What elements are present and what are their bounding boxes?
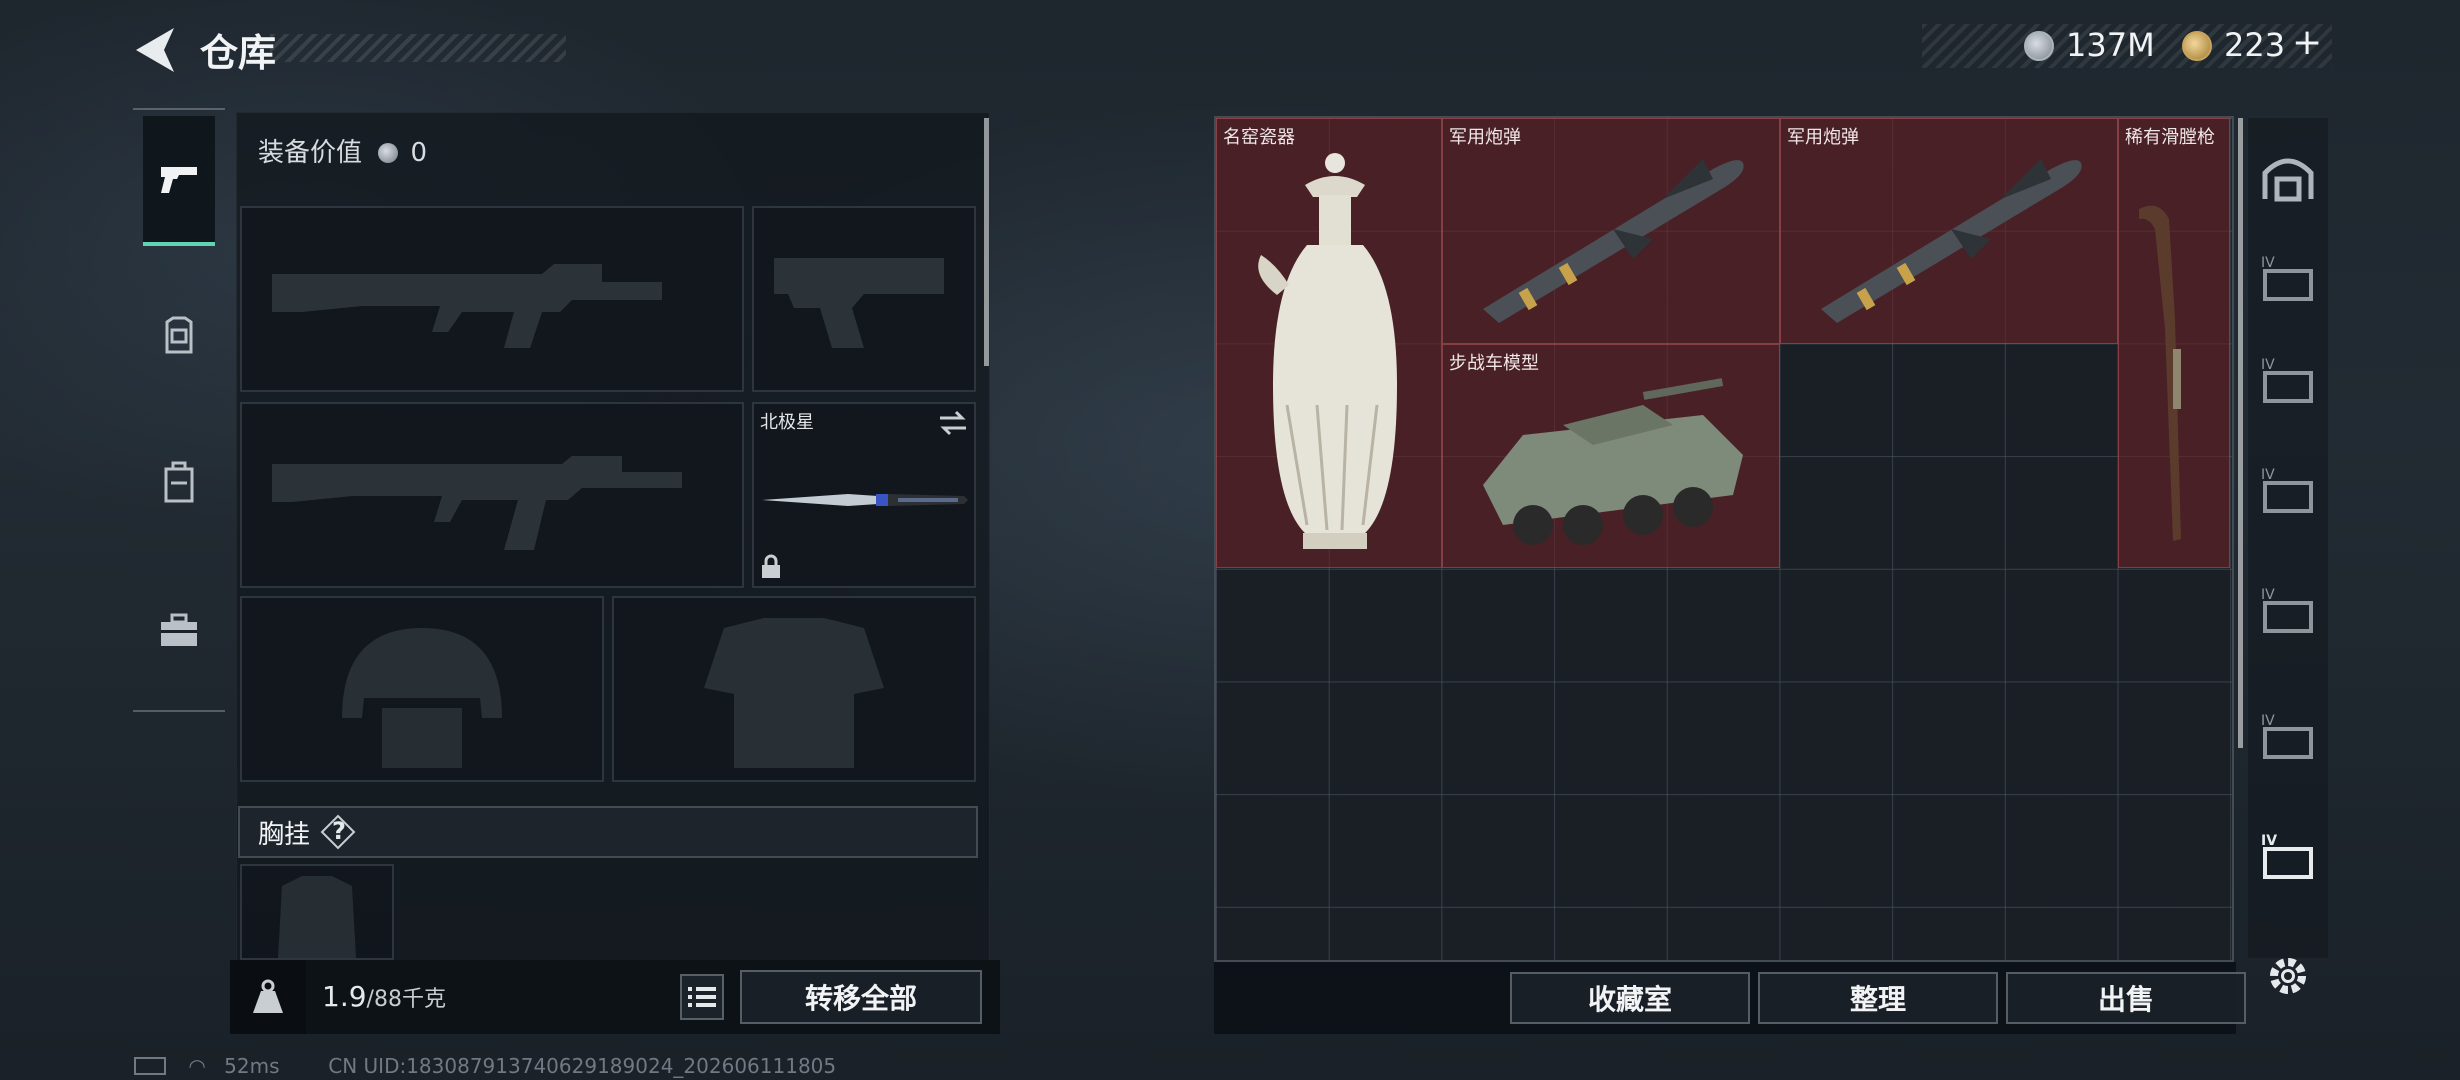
status-line: ◠ 52ms CN UID:183087913740629189024_2026… [134, 1054, 836, 1078]
chest-rig-label: 胸挂 [258, 820, 311, 850]
item-name: 稀有滑膛枪 [2125, 127, 2215, 148]
musket-icon [2139, 205, 2181, 541]
primary-weapon-slot[interactable] [240, 206, 744, 392]
settings-gear-icon[interactable] [2262, 950, 2314, 1002]
gold-amount: 223 [2224, 26, 2286, 64]
container-icon: IV [2261, 357, 2313, 403]
filter-container-1[interactable]: IV [2254, 228, 2322, 328]
missile-icon [1821, 159, 2082, 323]
toolbox-icon [161, 613, 197, 646]
melee-slot[interactable]: 北极星 [752, 402, 976, 588]
pistol-slot[interactable] [752, 206, 976, 392]
storage-grid[interactable]: 名窑瓷器 军用炮弹 军用炮弹 稀有滑膛枪 步战车模型 [1214, 116, 2234, 962]
container-icon: IV [2261, 713, 2313, 759]
container-icon: IV [2261, 833, 2313, 879]
help-mark: ? [332, 817, 346, 845]
gold-add-button[interactable]: + [2292, 22, 2322, 63]
swap-icon[interactable] [938, 410, 968, 436]
silver-coin-icon [2024, 31, 2054, 61]
filter-container-5[interactable]: IV [2254, 686, 2322, 786]
helmet-silhouette-icon [342, 628, 502, 768]
weight-max: /88千克 [366, 987, 446, 1012]
svg-text:IV: IV [2261, 357, 2275, 373]
ping: 52ms [224, 1054, 280, 1078]
gold-coin-icon [2182, 31, 2212, 61]
storage-scrollbar[interactable] [2238, 118, 2243, 748]
collection-room-button[interactable]: 收藏室 [1510, 972, 1750, 1024]
back-arrow-icon[interactable] [130, 22, 180, 78]
filter-container-2[interactable]: IV [2254, 330, 2322, 430]
storage-item[interactable]: 军用炮弹 [1780, 118, 2118, 344]
storage-item[interactable]: 名窑瓷器 [1216, 118, 1442, 568]
filter-container-6[interactable]: IV [2254, 806, 2322, 906]
secondary-weapon-slot[interactable] [240, 402, 744, 588]
title-decoration [270, 34, 566, 62]
lock-icon [762, 554, 780, 578]
armor-silhouette-icon [704, 618, 884, 768]
equipment-value-label: 装备价值 [258, 138, 363, 168]
container-icon: IV [2261, 467, 2313, 513]
helmet-slot[interactable] [240, 596, 604, 782]
value-coin-icon [378, 143, 399, 163]
item-name: 步战车模型 [1449, 353, 1539, 374]
container-icon: IV [2261, 255, 2313, 301]
weight-current: 1.9 [322, 980, 367, 1013]
page-title: 仓库 [200, 31, 277, 75]
chest-rig-silhouette-icon [278, 876, 356, 958]
organize-button[interactable]: 整理 [1758, 972, 1998, 1024]
battery-icon [134, 1057, 166, 1075]
missile-icon [1483, 159, 1744, 323]
svg-text:IV: IV [2261, 587, 2275, 603]
melee-item-name: 北极星 [760, 412, 814, 433]
category-toolbox[interactable] [143, 566, 215, 696]
sell-button[interactable]: 出售 [2006, 972, 2246, 1024]
list-view-button[interactable] [680, 974, 724, 1020]
armored-vehicle-icon [1483, 378, 1743, 545]
list-icon [688, 987, 716, 1007]
pistol-silhouette-icon [774, 258, 944, 348]
help-icon[interactable]: ? [320, 814, 356, 850]
chest-rig-slot[interactable] [240, 864, 394, 960]
rifle-silhouette-icon [272, 456, 682, 550]
backpack-icon [164, 461, 194, 503]
filter-all-storage[interactable] [2254, 128, 2322, 228]
container-icon: IV [2261, 587, 2313, 633]
storage-item[interactable]: 稀有滑膛枪 [2118, 118, 2230, 568]
silver-amount: 137M [2066, 26, 2155, 64]
knife-icon [762, 494, 968, 506]
filter-container-4[interactable]: IV [2254, 560, 2322, 660]
armor-vest-icon [165, 316, 193, 354]
porcelain-vase-icon [1258, 153, 1397, 549]
equipment-value-number: 0 [410, 138, 428, 168]
equipment-value: 装备价值 0 [258, 132, 427, 169]
body-armor-slot[interactable] [612, 596, 976, 782]
svg-text:IV: IV [2261, 467, 2275, 483]
equipment-scrollbar[interactable] [984, 118, 989, 366]
pistol-icon [161, 167, 197, 193]
user-uid: CN UID:183087913740629189024_20260611180… [328, 1054, 837, 1078]
category-armor[interactable] [143, 272, 215, 402]
wifi-icon: ◠ [188, 1054, 206, 1078]
carry-weight: 1.9/88千克 [322, 980, 446, 1013]
category-backpack[interactable] [143, 418, 215, 548]
svg-text:IV: IV [2261, 255, 2275, 271]
storage-item[interactable]: 军用炮弹 [1442, 118, 1780, 344]
svg-text:IV: IV [2261, 713, 2275, 729]
filter-container-3[interactable]: IV [2254, 440, 2322, 540]
category-weapons[interactable] [143, 116, 215, 246]
storage-item[interactable]: 步战车模型 [1442, 344, 1780, 568]
weight-icon [230, 960, 306, 1034]
svg-text:IV: IV [2261, 833, 2277, 849]
rifle-silhouette-icon [272, 264, 662, 348]
warehouse-icon [2262, 158, 2314, 202]
transfer-all-button[interactable]: 转移全部 [740, 970, 982, 1024]
